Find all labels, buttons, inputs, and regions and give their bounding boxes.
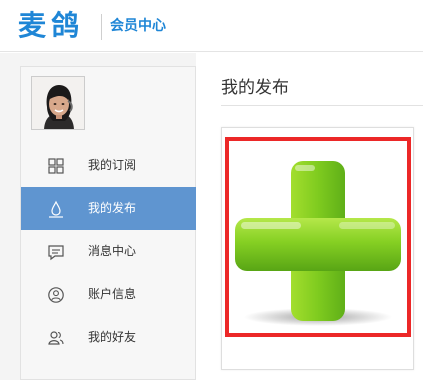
sidebar-item-account[interactable]: 账户信息: [21, 273, 197, 316]
header-subtitle[interactable]: 会员中心: [110, 16, 166, 36]
main-content: 我的发布: [196, 53, 423, 380]
add-post-button[interactable]: [225, 137, 411, 337]
message-icon: [48, 245, 64, 261]
site-logo[interactable]: 麦鸽: [18, 8, 84, 44]
sidebar-item-messages[interactable]: 消息中心: [21, 230, 197, 273]
sidebar-item-label: 我的订阅: [88, 158, 137, 172]
avatar[interactable]: [31, 76, 85, 130]
top-header: 麦鸽 会员中心: [0, 0, 423, 52]
sidebar-item-label: 账户信息: [88, 287, 137, 301]
page-title: 我的发布: [221, 78, 289, 98]
account-icon: [48, 287, 64, 303]
sidebar-item-label: 我的发布: [88, 201, 137, 215]
sidebar-item-subscriptions[interactable]: 我的订阅: [21, 144, 197, 187]
title-divider: [221, 105, 423, 106]
post-card: [221, 127, 414, 370]
header-divider: [101, 14, 102, 40]
grid-icon: [48, 158, 64, 174]
friends-icon: [48, 331, 64, 345]
water-drop-icon: [49, 200, 63, 218]
sidebar-item-my-posts[interactable]: 我的发布: [21, 187, 197, 230]
plus-icon: [235, 161, 401, 326]
avatar-image: [32, 77, 84, 129]
sidebar-nav: 我的订阅 我的发布 消息中心 账户信息 我的好友: [21, 144, 197, 359]
sidebar-item-friends[interactable]: 我的好友: [21, 316, 197, 359]
sidebar: 我的订阅 我的发布 消息中心 账户信息 我的好友: [20, 66, 197, 380]
sidebar-item-label: 我的好友: [88, 330, 137, 344]
sidebar-item-label: 消息中心: [88, 244, 137, 258]
